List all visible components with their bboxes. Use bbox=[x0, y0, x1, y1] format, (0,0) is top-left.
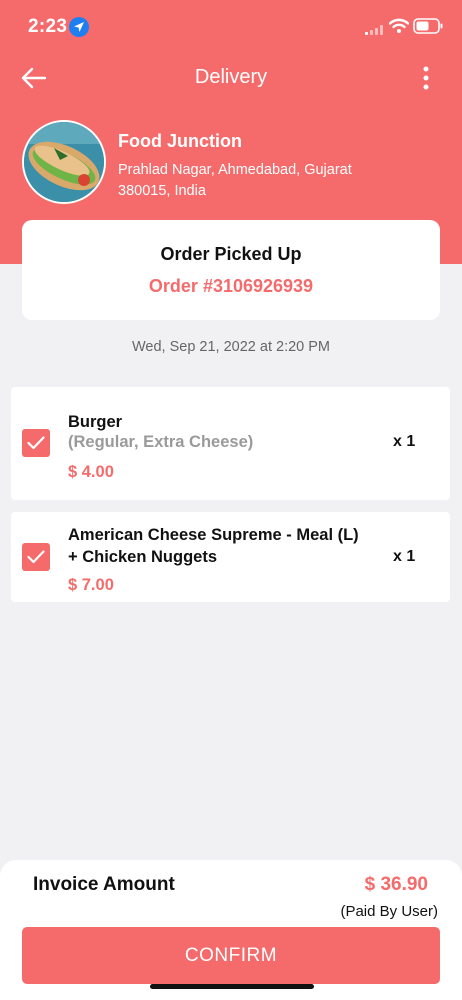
wifi-icon bbox=[388, 18, 410, 39]
order-date: Wed, Sep 21, 2022 at 2:20 PM bbox=[131, 339, 331, 355]
item-options: (Regular, Extra Cheese) bbox=[68, 433, 254, 451]
paid-by-note: (Paid By User) bbox=[340, 903, 438, 920]
item-checkbox[interactable] bbox=[22, 429, 50, 457]
order-item: Burger (Regular, Extra Cheese) $ 4.00 x … bbox=[11, 387, 450, 500]
more-vertical-icon bbox=[423, 66, 429, 90]
item-price: $ 4.00 bbox=[68, 463, 114, 481]
item-name: Burger bbox=[68, 413, 123, 431]
checkmark-icon bbox=[27, 550, 45, 564]
status-bar: 2:23 bbox=[0, 0, 462, 56]
battery-icon bbox=[413, 18, 443, 39]
restaurant-avatar bbox=[22, 120, 106, 204]
checkmark-icon bbox=[27, 436, 45, 450]
more-options-button[interactable] bbox=[414, 64, 438, 92]
restaurant-name: Food Junction bbox=[118, 131, 242, 151]
order-status-card: Order Picked Up Order #3106926939 bbox=[22, 220, 440, 320]
invoice-footer: Invoice Amount $ 36.90 (Paid By User) CO… bbox=[0, 860, 462, 1000]
order-item: American Cheese Supreme - Meal (L) + Chi… bbox=[11, 512, 450, 602]
item-checkbox[interactable] bbox=[22, 543, 50, 571]
cellular-signal-icon bbox=[365, 22, 383, 40]
status-time: 2:23 bbox=[28, 16, 68, 37]
item-price: $ 7.00 bbox=[68, 576, 114, 594]
order-status: Order Picked Up bbox=[160, 244, 302, 264]
item-quantity: x 1 bbox=[393, 548, 416, 565]
page-title: Delivery bbox=[194, 66, 268, 88]
restaurant-address: Prahlad Nagar, Ahmedabad, Gujarat 380015… bbox=[118, 162, 352, 199]
confirm-button[interactable]: CONFIRM bbox=[22, 927, 440, 984]
order-number: Order #3106926939 bbox=[148, 276, 314, 296]
invoice-amount: $ 36.90 bbox=[364, 874, 428, 895]
item-quantity: x 1 bbox=[393, 433, 416, 450]
item-name: American Cheese Supreme - Meal (L) + Chi… bbox=[68, 526, 359, 566]
invoice-label: Invoice Amount bbox=[33, 874, 175, 895]
location-arrow-icon bbox=[69, 17, 89, 37]
home-indicator bbox=[150, 984, 314, 989]
